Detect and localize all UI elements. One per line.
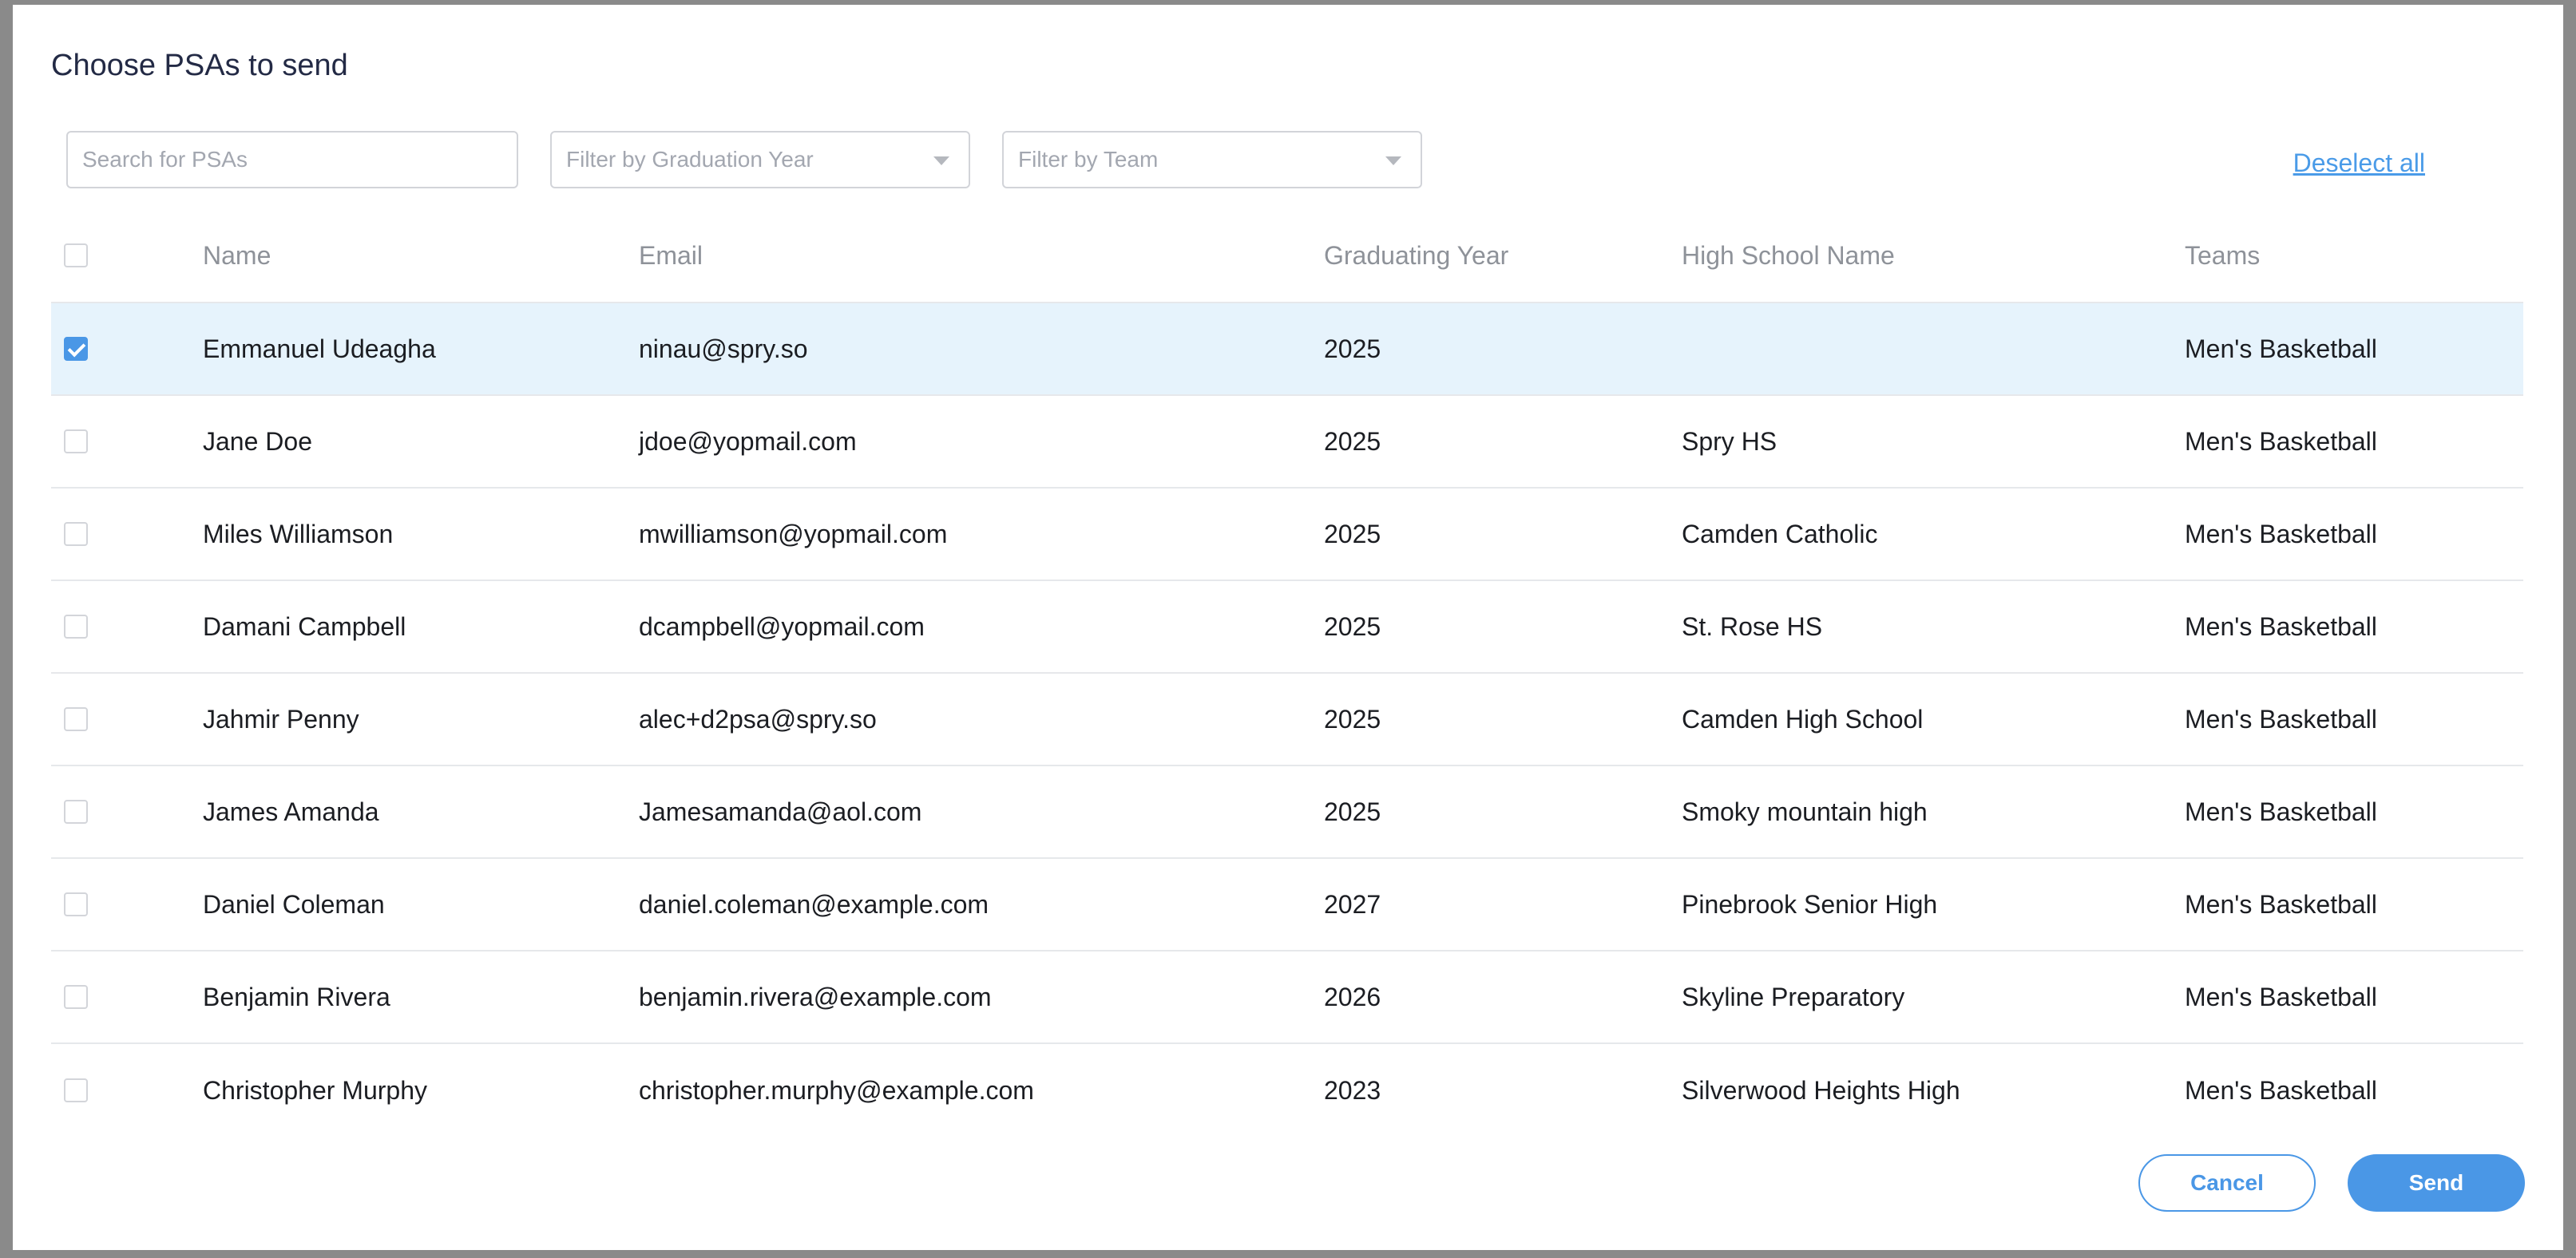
psa-name: Benjamin Rivera: [203, 982, 390, 1011]
column-header-school[interactable]: High School Name: [1682, 209, 1895, 302]
psa-teams: Men's Basketball: [2185, 426, 2377, 456]
choose-psas-modal: Choose PSAs to send Search for PSAs Filt…: [13, 5, 2563, 1250]
row-checkbox[interactable]: [64, 615, 88, 639]
search-placeholder: Search for PSAs: [82, 147, 248, 172]
psa-email: alec+d2psa@spry.so: [639, 704, 877, 734]
table-row[interactable]: Benjamin Rivera benjamin.rivera@example.c…: [51, 951, 2523, 1044]
row-select-cell: [64, 303, 88, 394]
psa-email: Jamesamanda@aol.com: [639, 797, 922, 826]
table-row[interactable]: Damani Campbell dcampbell@yopmail.com 2025…: [51, 581, 2523, 674]
psa-name: James Amanda: [203, 797, 379, 826]
row-select-cell: [64, 674, 88, 765]
psa-teams: Men's Basketball: [2185, 334, 2377, 363]
table-row[interactable]: Daniel Coleman daniel.coleman@example.com…: [51, 859, 2523, 951]
psa-teams: Men's Basketball: [2185, 704, 2377, 734]
graduating-year: 2025: [1324, 519, 1381, 548]
column-header-name[interactable]: Name: [203, 209, 271, 302]
psa-email: dcampbell@yopmail.com: [639, 611, 925, 641]
high-school-name: Pinebrook Senior High: [1682, 889, 1938, 919]
row-select-cell: [64, 489, 88, 580]
row-checkbox[interactable]: [64, 337, 88, 361]
high-school-name: Silverwood Heights High: [1682, 1075, 1960, 1105]
psa-name: Damani Campbell: [203, 611, 406, 641]
table-row[interactable]: Christopher Murphy christopher.murphy@exa…: [51, 1044, 2523, 1137]
cancel-button[interactable]: Cancel: [2138, 1154, 2316, 1212]
psa-teams: Men's Basketball: [2185, 519, 2377, 548]
psa-teams: Men's Basketball: [2185, 1075, 2377, 1105]
high-school-name: Smoky mountain high: [1682, 797, 1928, 826]
column-header-email[interactable]: Email: [639, 209, 703, 302]
send-button[interactable]: Send: [2348, 1154, 2525, 1212]
graduation-year-filter[interactable]: Filter by Graduation Year: [550, 131, 970, 188]
table-row[interactable]: James Amanda Jamesamanda@aol.com 2025 Smoky…: [51, 766, 2523, 859]
row-select-cell: [64, 766, 88, 857]
row-select-cell: [64, 1044, 88, 1137]
chevron-down-icon: [1385, 156, 1401, 165]
column-header-year[interactable]: Graduating Year: [1324, 209, 1508, 302]
row-checkbox[interactable]: [64, 985, 88, 1009]
psa-name: Christopher Murphy: [203, 1075, 427, 1105]
high-school-name: Skyline Preparatory: [1682, 982, 1905, 1011]
row-select-cell: [64, 396, 88, 487]
psa-email: christopher.murphy@example.com: [639, 1075, 1034, 1105]
deselect-all-link[interactable]: Deselect all: [2293, 148, 2425, 178]
row-checkbox[interactable]: [64, 1078, 88, 1102]
row-checkbox[interactable]: [64, 522, 88, 546]
graduating-year: 2023: [1324, 1075, 1381, 1105]
modal-title: Choose PSAs to send: [51, 49, 348, 82]
graduation-year-placeholder: Filter by Graduation Year: [566, 147, 814, 172]
row-checkbox[interactable]: [64, 707, 88, 731]
psa-name: Emmanuel Udeagha: [203, 334, 436, 363]
graduating-year: 2025: [1324, 797, 1381, 826]
psa-email: jdoe@yopmail.com: [639, 426, 857, 456]
column-header-teams[interactable]: Teams: [2185, 209, 2260, 302]
row-checkbox[interactable]: [64, 800, 88, 824]
psa-email: ninau@spry.so: [639, 334, 808, 363]
row-select-cell: [64, 859, 88, 950]
search-input[interactable]: Search for PSAs: [66, 131, 518, 188]
select-all-checkbox[interactable]: [64, 243, 88, 267]
psa-name: Daniel Coleman: [203, 889, 385, 919]
psa-teams: Men's Basketball: [2185, 982, 2377, 1011]
filter-bar: Search for PSAs Filter by Graduation Yea…: [66, 131, 2526, 188]
psa-email: mwilliamson@yopmail.com: [639, 519, 948, 548]
graduating-year: 2026: [1324, 982, 1381, 1011]
table-row[interactable]: Miles Williamson mwilliamson@yopmail.com 2…: [51, 489, 2523, 581]
table-row[interactable]: Jahmir Penny alec+d2psa@spry.so 2025 Camden…: [51, 674, 2523, 766]
high-school-name: St. Rose HS: [1682, 611, 1823, 641]
chevron-down-icon: [933, 156, 949, 165]
row-checkbox[interactable]: [64, 429, 88, 453]
high-school-name: Spry HS: [1682, 426, 1777, 456]
graduating-year: 2025: [1324, 426, 1381, 456]
graduating-year: 2027: [1324, 889, 1381, 919]
graduating-year: 2025: [1324, 704, 1381, 734]
high-school-name: Camden Catholic: [1682, 519, 1878, 548]
table-header-row: Name Email Graduating Year High School N…: [51, 209, 2523, 303]
psa-email: benjamin.rivera@example.com: [639, 982, 992, 1011]
row-select-cell: [64, 951, 88, 1042]
team-placeholder: Filter by Team: [1018, 147, 1159, 172]
graduating-year: 2025: [1324, 334, 1381, 363]
psa-teams: Men's Basketball: [2185, 611, 2377, 641]
table-row[interactable]: Jane Doe jdoe@yopmail.com 2025 Spry HS Men's…: [51, 396, 2523, 489]
row-checkbox[interactable]: [64, 892, 88, 916]
table-row[interactable]: Emmanuel Udeagha ninau@spry.so 2025 Men's B…: [51, 303, 2523, 396]
graduating-year: 2025: [1324, 611, 1381, 641]
psa-email: daniel.coleman@example.com: [639, 889, 989, 919]
psa-teams: Men's Basketball: [2185, 889, 2377, 919]
row-select-cell: [64, 581, 88, 672]
high-school-name: Camden High School: [1682, 704, 1924, 734]
header-select-cell: [64, 209, 88, 302]
psa-name: Jahmir Penny: [203, 704, 359, 734]
psa-table: Name Email Graduating Year High School N…: [51, 209, 2523, 1137]
psa-teams: Men's Basketball: [2185, 797, 2377, 826]
psa-name: Miles Williamson: [203, 519, 394, 548]
psa-name: Jane Doe: [203, 426, 312, 456]
team-filter[interactable]: Filter by Team: [1002, 131, 1422, 188]
